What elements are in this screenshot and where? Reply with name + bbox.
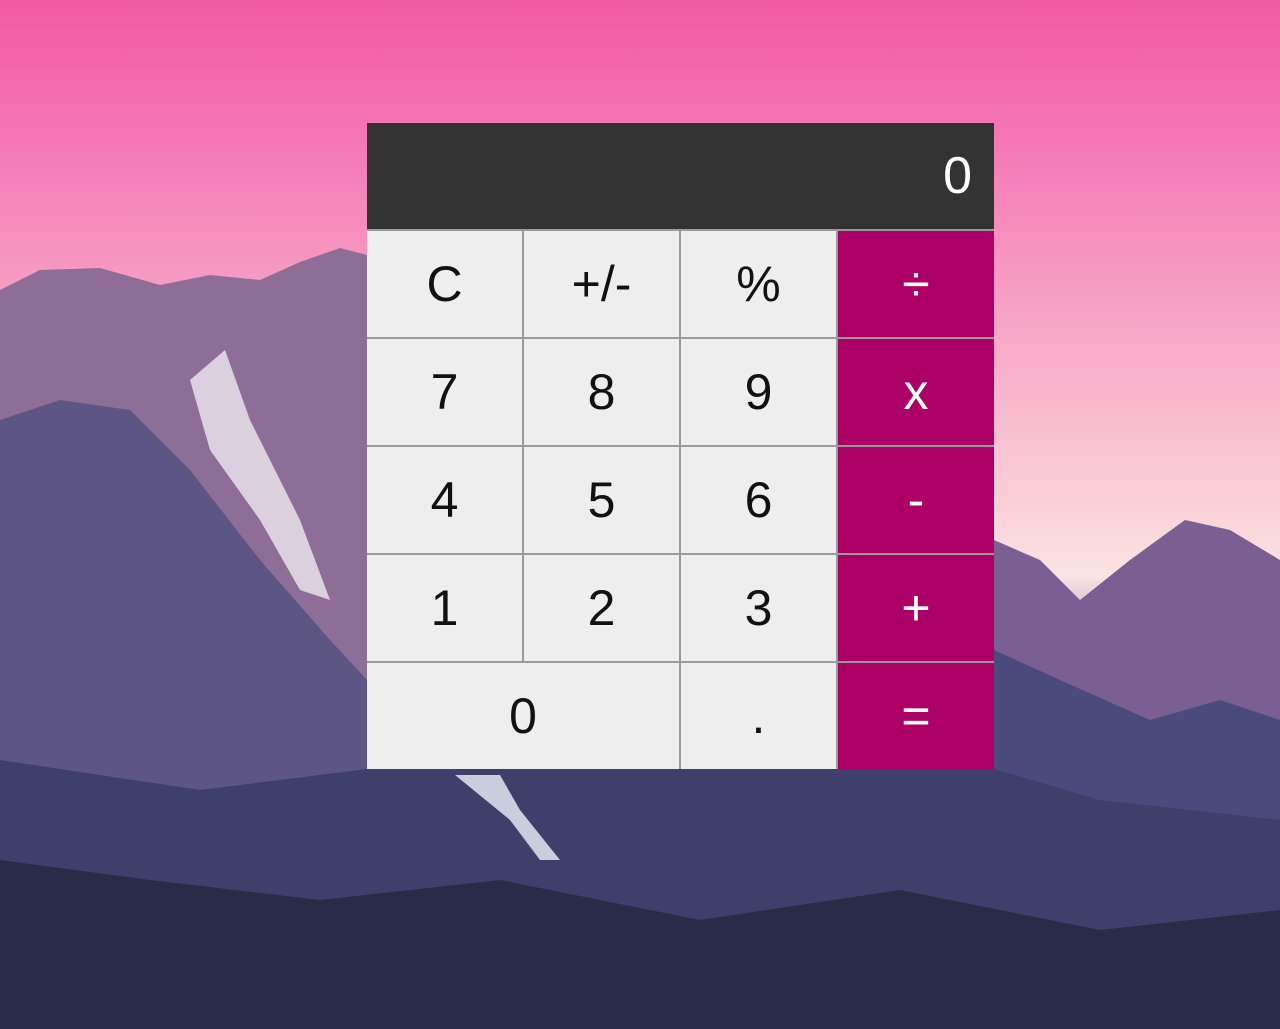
digit-6-button[interactable]: 6 [681,447,836,553]
digit-4-button[interactable]: 4 [367,447,522,553]
add-button[interactable]: + [838,555,994,661]
digit-2-button[interactable]: 2 [524,555,679,661]
divide-button[interactable]: ÷ [838,231,994,337]
clear-button[interactable]: C [367,231,522,337]
digit-0-button[interactable]: 0 [367,663,679,769]
negate-button[interactable]: +/- [524,231,679,337]
digit-7-button[interactable]: 7 [367,339,522,445]
percent-button[interactable]: % [681,231,836,337]
digit-3-button[interactable]: 3 [681,555,836,661]
digit-5-button[interactable]: 5 [524,447,679,553]
decimal-button[interactable]: . [681,663,836,769]
calculator: 0 C +/- % ÷ 7 8 9 x 4 5 6 - 1 2 3 + 0 . … [367,123,994,769]
display-value: 0 [943,147,972,205]
digit-8-button[interactable]: 8 [524,339,679,445]
digit-9-button[interactable]: 9 [681,339,836,445]
calculator-display: 0 [367,123,994,229]
multiply-button[interactable]: x [838,339,994,445]
equals-button[interactable]: = [838,663,994,769]
digit-1-button[interactable]: 1 [367,555,522,661]
keypad: C +/- % ÷ 7 8 9 x 4 5 6 - 1 2 3 + 0 . = [367,229,994,769]
subtract-button[interactable]: - [838,447,994,553]
